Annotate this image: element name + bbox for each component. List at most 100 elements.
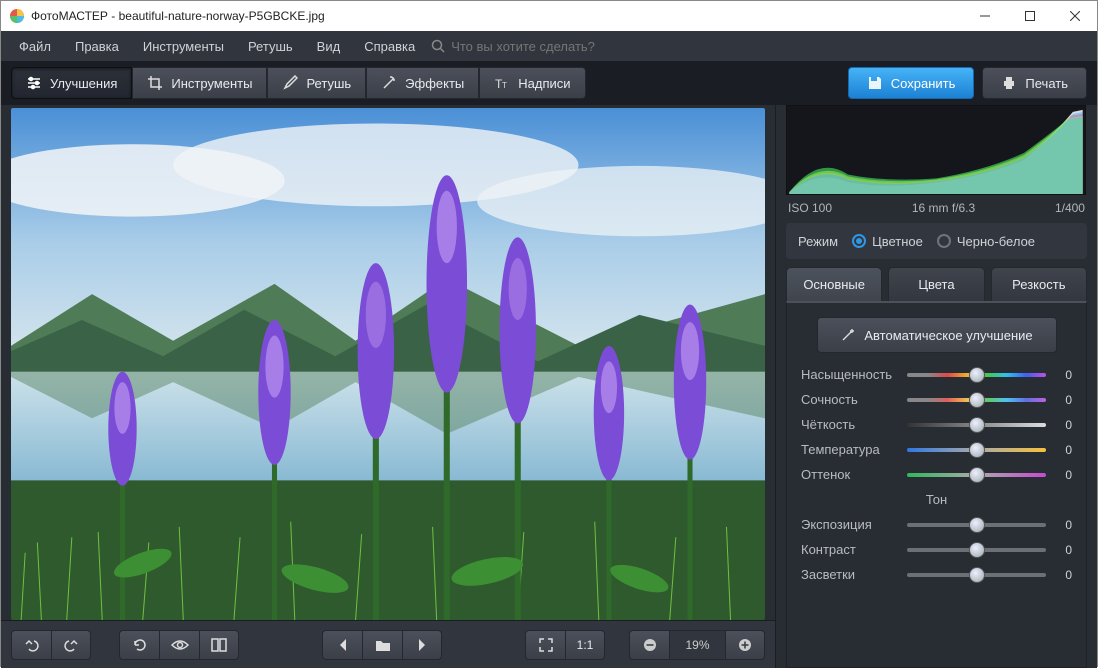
text-icon: TT [494,75,510,91]
image-canvas[interactable] [11,108,765,620]
fit-button[interactable] [525,630,565,660]
slider-row: Экспозиция 0 [801,517,1072,532]
slider-label: Экспозиция [801,517,901,532]
menu-view[interactable]: Вид [305,35,353,58]
slider-row: Оттенок 0 [801,467,1072,482]
maximize-button[interactable] [1007,1,1052,31]
next-image-button[interactable] [402,630,442,660]
toolbar-tab-tools[interactable]: Инструменты [132,67,267,99]
slider-value: 0 [1052,443,1072,457]
mode-radio-color[interactable]: Цветное [852,234,923,249]
sliders-icon [26,75,42,91]
slider-value: 0 [1052,468,1072,482]
minimize-button[interactable] [962,1,1007,31]
slider-row: Засветки 0 [801,567,1072,582]
one-to-one-button[interactable]: 1:1 [565,630,605,660]
menu-help[interactable]: Справка [352,35,427,58]
slider-value: 0 [1052,418,1072,432]
slider-thumb[interactable] [969,392,985,408]
browse-button[interactable] [362,630,402,660]
slider-value: 0 [1052,543,1072,557]
slider-thumb[interactable] [969,567,985,583]
slider-value: 0 [1052,568,1072,582]
menubar: Файл Правка Инструменты Ретушь Вид Справ… [1,31,1097,61]
window-titlebar: ФотоМАСТЕР - beautiful-nature-norway-P5G… [1,1,1097,31]
toolbar-tab-enhance[interactable]: Улучшения [11,67,132,99]
slider-row: Насыщенность 0 [801,367,1072,382]
slider-thumb[interactable] [969,367,985,383]
right-panel: ISO 100 16 mm f/6.3 1/400 Режим Цветное … [775,105,1097,668]
svg-text:T: T [502,81,507,90]
slider-thumb[interactable] [969,542,985,558]
meta-shutter: 1/400 [1055,201,1085,215]
toolbar-tab-effects[interactable]: Эффекты [366,67,479,99]
zoom-out-button[interactable] [629,630,669,660]
toolbar-tab-retouch[interactable]: Ретушь [267,67,366,99]
menu-edit[interactable]: Правка [63,35,131,58]
slider-label: Оттенок [801,467,901,482]
undo-button[interactable] [11,630,51,660]
slider-track[interactable] [907,423,1046,427]
app-icon [9,8,25,24]
slider-value: 0 [1052,368,1072,382]
auto-enhance-button[interactable]: Автоматическое улучшение [817,317,1057,353]
preview-toggle-button[interactable] [159,630,199,660]
slider-track[interactable] [907,573,1046,577]
menu-retouch[interactable]: Ретушь [236,35,305,58]
slider-label: Чёткость [801,417,901,432]
slider-label: Контраст [801,542,901,557]
zoom-in-button[interactable] [725,630,765,660]
prev-image-button[interactable] [322,630,362,660]
meta-lens: 16 mm f/6.3 [912,201,975,215]
toolbar-tab-text[interactable]: TT Надписи [479,67,585,99]
slider-label: Температура [801,442,901,457]
settings-panel: Автоматическое улучшение Насыщенность0Со… [786,301,1087,668]
menu-file[interactable]: Файл [7,35,63,58]
slider-label: Засветки [801,567,901,582]
slider-thumb[interactable] [969,517,985,533]
histogram [786,105,1087,195]
slider-value: 0 [1052,393,1072,407]
search-input[interactable] [451,39,671,54]
print-icon [1001,75,1017,91]
print-button[interactable]: Печать [982,67,1087,99]
slider-row: Чёткость 0 [801,417,1072,432]
window-title: ФотоМАСТЕР - beautiful-nature-norway-P5G… [9,8,325,24]
slider-track[interactable] [907,548,1046,552]
menu-tools[interactable]: Инструменты [131,35,236,58]
redo-button[interactable] [51,630,91,660]
slider-row: Контраст 0 [801,542,1072,557]
viewer-bottombar: 1:1 19% [1,620,775,668]
slider-label: Сочность [801,392,901,407]
crop-icon [147,75,163,91]
save-icon [867,75,883,91]
slider-thumb[interactable] [969,442,985,458]
save-button[interactable]: Сохранить [848,67,975,99]
main-toolbar: Улучшения Инструменты Ретушь Эффекты TT … [1,61,1097,105]
compare-button[interactable] [199,630,239,660]
close-button[interactable] [1052,1,1097,31]
mode-radio-bw[interactable]: Черно-белое [937,234,1035,249]
slider-track[interactable] [907,523,1046,527]
slider-track[interactable] [907,448,1046,452]
slider-track[interactable] [907,473,1046,477]
slider-row: Температура 0 [801,442,1072,457]
slider-track[interactable] [907,398,1046,402]
brush-icon [282,75,298,91]
tab-basic[interactable]: Основные [786,267,882,301]
slider-row: Сочность 0 [801,392,1072,407]
wand-icon [381,75,397,91]
search-icon [431,39,445,53]
slider-value: 0 [1052,518,1072,532]
tab-colors[interactable]: Цвета [888,267,984,301]
zoom-value: 19% [669,630,725,660]
slider-thumb[interactable] [969,417,985,433]
slider-thumb[interactable] [969,467,985,483]
reset-button[interactable] [119,630,159,660]
tone-heading: Тон [801,492,1072,507]
slider-track[interactable] [907,373,1046,377]
mode-label: Режим [798,234,838,249]
slider-label: Насыщенность [801,367,901,382]
meta-iso: ISO 100 [788,201,832,215]
tab-sharp[interactable]: Резкость [991,267,1087,301]
